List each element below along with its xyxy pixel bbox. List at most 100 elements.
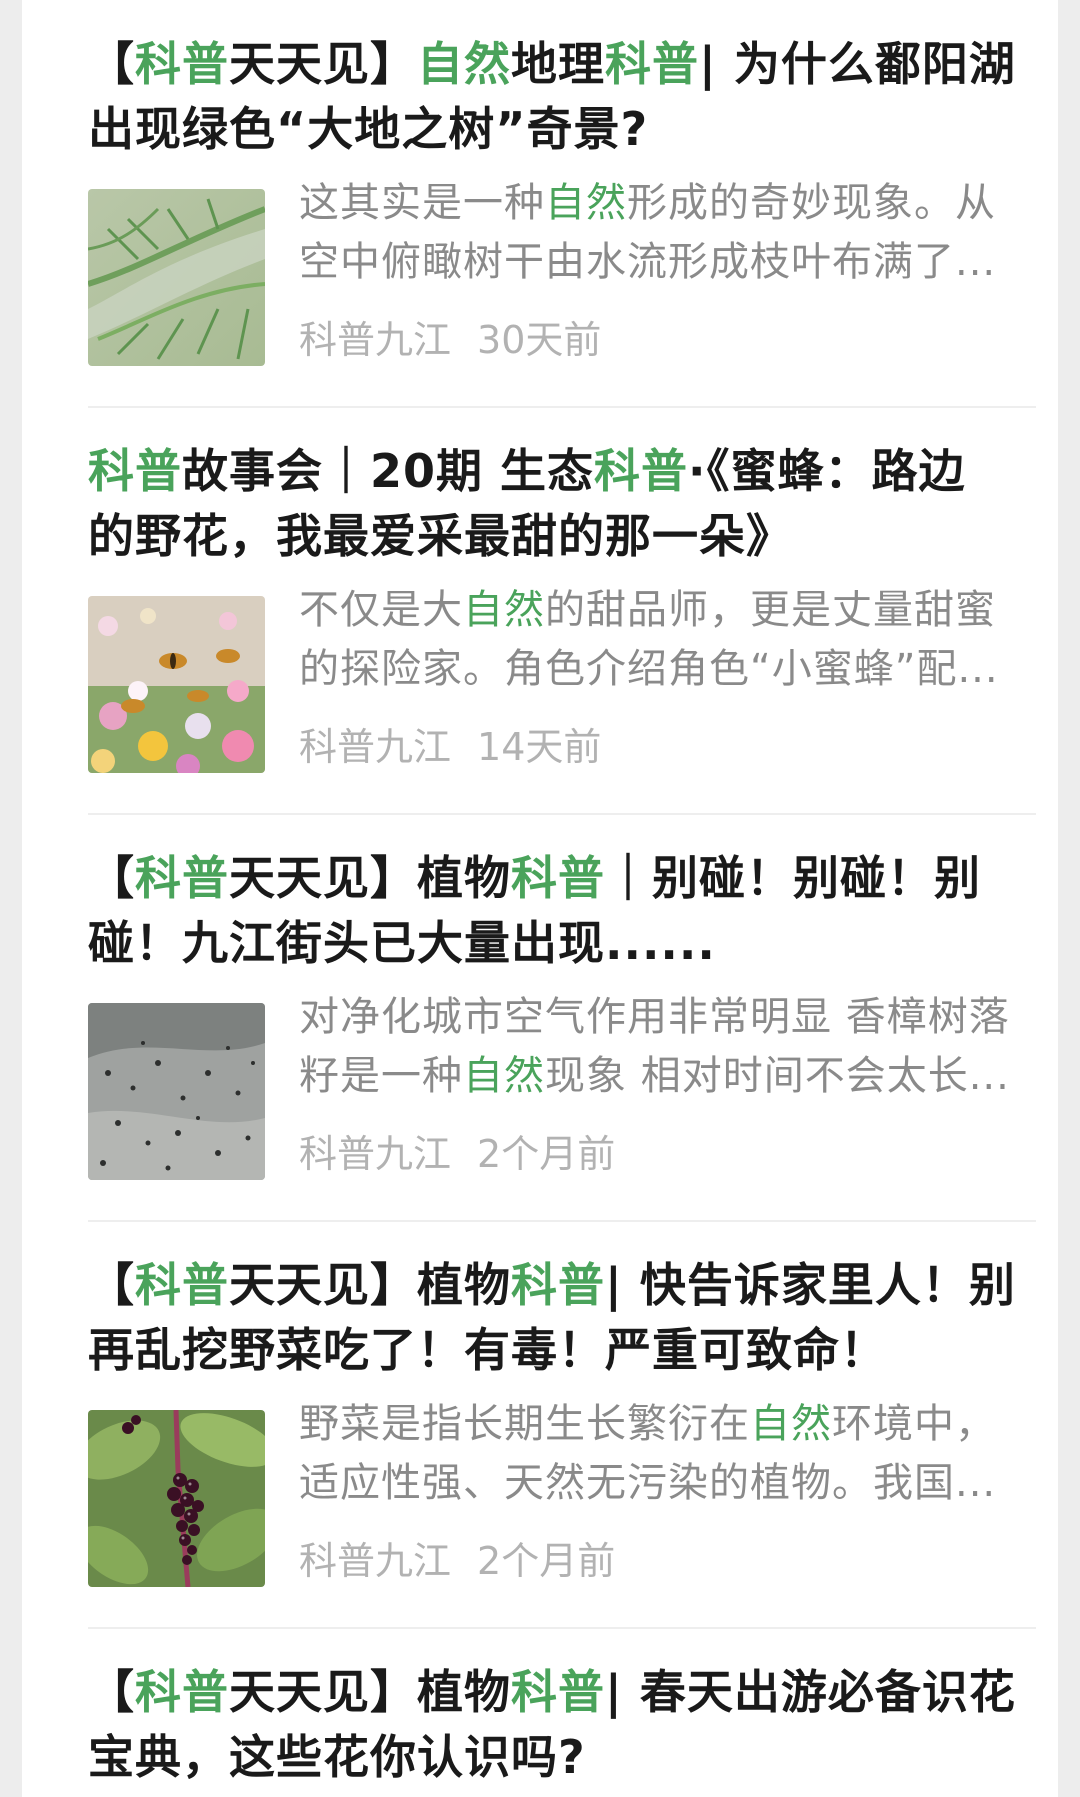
title-text: 【 <box>88 1665 135 1719</box>
title-keyword: 科普 <box>135 1258 229 1312</box>
snippet-text: 对净化城市空气作用非常明显 香樟树落 <box>299 994 1010 1040</box>
snippet-text: 现象 相对时间不会太长... <box>545 1053 1010 1099</box>
snippet-keyword: 自然 <box>750 1401 832 1447</box>
title-text: 再乱挖野菜吃了！有毒！严重可致命！ <box>88 1323 887 1377</box>
snippet-line: 不仅是大自然的甜品师，更是丈量甜蜜 <box>299 581 1036 640</box>
title-text: 【 <box>88 1258 135 1312</box>
snippet-keyword: 自然 <box>463 1053 545 1099</box>
snippet-text: 籽是一种 <box>299 1053 463 1099</box>
title-text: 的野花，我最爱采最甜的那一朵》 <box>88 509 793 563</box>
title-keyword: 科普 <box>605 37 699 91</box>
snippet-line: 对净化城市空气作用非常明显 香樟树落 <box>299 988 1036 1047</box>
title-text: 【 <box>88 851 135 905</box>
title-text: 地理 <box>511 37 605 91</box>
snippet-text: 环境中， <box>832 1401 996 1447</box>
title-text: 天天见】植物 <box>229 851 511 905</box>
result-source[interactable]: 科普九江 <box>299 1132 451 1176</box>
snippet-text: 野菜是指长期生长繁衍在 <box>299 1401 750 1447</box>
bees-flowers-image <box>88 596 265 773</box>
result-time: 30天前 <box>477 318 602 362</box>
title-keyword: 自然 <box>417 37 511 91</box>
snippet-text: 不仅是大 <box>299 587 463 633</box>
aerial-tree-image <box>88 189 265 366</box>
title-line: 【科普天天见】植物科普｜别碰！别碰！别 <box>88 846 1036 911</box>
result-meta: 科普九江 14天前 <box>299 725 601 769</box>
title-keyword: 科普 <box>135 1665 229 1719</box>
result-meta: 科普九江 2个月前 <box>299 1132 615 1176</box>
result-meta: 科普九江 2个月前 <box>299 1539 615 1583</box>
title-text: 天天见】植物 <box>229 1258 511 1312</box>
result-source[interactable]: 科普九江 <box>299 318 451 362</box>
title-keyword: 科普 <box>135 851 229 905</box>
title-keyword: 科普 <box>88 444 182 498</box>
title-line: 【科普天天见】植物科普| 春天出游必备识花 <box>88 1660 1036 1725</box>
title-keyword: 科普 <box>511 851 605 905</box>
result-time: 2个月前 <box>477 1132 616 1176</box>
title-line: 【科普天天见】植物科普| 快告诉家里人！别 <box>88 1253 1036 1318</box>
result-time: 2个月前 <box>477 1539 616 1583</box>
title-text: 故事会｜20期 生态 <box>182 444 595 498</box>
title-keyword: 科普 <box>511 1665 605 1719</box>
title-text: 【 <box>88 37 135 91</box>
title-line: 【科普天天见】自然地理科普| 为什么鄱阳湖 <box>88 32 1036 97</box>
result-source[interactable]: 科普九江 <box>299 725 451 769</box>
snippet-line: 这其实是一种自然形成的奇妙现象。从 <box>299 174 1036 233</box>
title-line: 再乱挖野菜吃了！有毒！严重可致命！ <box>88 1318 1036 1383</box>
title-line: 碰！九江街头已大量出现...... <box>88 911 1036 976</box>
snippet-text: 空中俯瞰树干由水流形成枝叶布满了... <box>299 239 997 285</box>
result-snippet: 对净化城市空气作用非常明显 香樟树落 籽是一种自然现象 相对时间不会太长... <box>299 988 1036 1106</box>
snippet-line: 空中俯瞰树干由水流形成枝叶布满了... <box>299 233 1036 292</box>
title-line: 的野花，我最爱采最甜的那一朵》 <box>88 504 1036 569</box>
pavement-seeds-image <box>88 1003 265 1180</box>
snippet-line: 适应性强、天然无污染的植物。我国... <box>299 1454 1036 1513</box>
title-text: ·《蜜蜂：路边 <box>688 444 966 498</box>
result-snippet: 这其实是一种自然形成的奇妙现象。从 空中俯瞰树干由水流形成枝叶布满了... <box>299 174 1036 292</box>
result-time: 14天前 <box>477 725 602 769</box>
title-text: | 快告诉家里人！别 <box>605 1258 1016 1312</box>
snippet-text: 适应性强、天然无污染的植物。我国... <box>299 1460 997 1506</box>
title-keyword: 科普 <box>511 1258 605 1312</box>
result-snippet: 野菜是指长期生长繁衍在自然环境中， 适应性强、天然无污染的植物。我国... <box>299 1395 1036 1513</box>
result-thumbnail[interactable] <box>88 596 265 773</box>
result-title[interactable]: 【科普天天见】自然地理科普| 为什么鄱阳湖 出现绿色“大地之树”奇景? <box>88 32 1036 162</box>
title-text: 宝典，这些花你认识吗? <box>88 1730 586 1784</box>
result-title[interactable]: 【科普天天见】植物科普| 春天出游必备识花 宝典，这些花你认识吗? <box>88 1660 1036 1790</box>
snippet-text: 的甜品师，更是丈量甜蜜 <box>545 587 996 633</box>
search-result-item[interactable]: 【科普天天见】自然地理科普| 为什么鄱阳湖 出现绿色“大地之树”奇景? 这其实是… <box>88 0 1036 408</box>
search-results-card: 【科普天天见】自然地理科普| 为什么鄱阳湖 出现绿色“大地之树”奇景? 这其实是… <box>22 0 1058 1797</box>
title-text: 天天见】 <box>229 37 417 91</box>
result-thumbnail[interactable] <box>88 189 265 366</box>
search-result-item[interactable]: 【科普天天见】植物科普| 快告诉家里人！别 再乱挖野菜吃了！有毒！严重可致命！ <box>88 1221 1036 1629</box>
title-text: 天天见】植物 <box>229 1665 511 1719</box>
result-meta: 科普九江 30天前 <box>299 318 601 362</box>
title-line: 宝典，这些花你认识吗? <box>88 1725 1036 1790</box>
title-text: | 春天出游必备识花 <box>605 1665 1016 1719</box>
search-result-item[interactable]: 科普故事会｜20期 生态科普·《蜜蜂：路边 的野花，我最爱采最甜的那一朵》 不仅… <box>88 407 1036 815</box>
search-result-item[interactable]: 【科普天天见】植物科普｜别碰！别碰！别 碰！九江街头已大量出现...... 对净… <box>88 814 1036 1222</box>
snippet-keyword: 自然 <box>545 180 627 226</box>
snippet-line: 的探险家。角色介绍角色“小蜜蜂”配... <box>299 640 1036 699</box>
pokeweed-image <box>88 1410 265 1587</box>
title-line: 科普故事会｜20期 生态科普·《蜜蜂：路边 <box>88 439 1036 504</box>
title-text: | 为什么鄱阳湖 <box>699 37 1016 91</box>
result-title[interactable]: 科普故事会｜20期 生态科普·《蜜蜂：路边 的野花，我最爱采最甜的那一朵》 <box>88 439 1036 569</box>
result-title[interactable]: 【科普天天见】植物科普｜别碰！别碰！别 碰！九江街头已大量出现...... <box>88 846 1036 976</box>
result-source[interactable]: 科普九江 <box>299 1539 451 1583</box>
title-text: 碰！九江街头已大量出现...... <box>88 916 716 970</box>
search-result-item[interactable]: 【科普天天见】植物科普| 春天出游必备识花 宝典，这些花你认识吗? <box>88 1628 1036 1797</box>
snippet-text: 形成的奇妙现象。从 <box>627 180 996 226</box>
result-snippet: 不仅是大自然的甜品师，更是丈量甜蜜 的探险家。角色介绍角色“小蜜蜂”配... <box>299 581 1036 699</box>
snippet-text: 这其实是一种 <box>299 180 545 226</box>
result-thumbnail[interactable] <box>88 1410 265 1587</box>
result-title[interactable]: 【科普天天见】植物科普| 快告诉家里人！别 再乱挖野菜吃了！有毒！严重可致命！ <box>88 1253 1036 1383</box>
title-text: ｜别碰！别碰！别 <box>605 851 981 905</box>
title-keyword: 科普 <box>594 444 689 498</box>
title-line: 出现绿色“大地之树”奇景? <box>88 97 1036 162</box>
title-text: 出现绿色“大地之树”奇景? <box>88 102 649 156</box>
snippet-keyword: 自然 <box>463 587 545 633</box>
title-keyword: 科普 <box>135 37 229 91</box>
snippet-line: 籽是一种自然现象 相对时间不会太长... <box>299 1047 1036 1106</box>
snippet-text: 的探险家。角色介绍角色“小蜜蜂”配... <box>299 646 999 692</box>
snippet-line: 野菜是指长期生长繁衍在自然环境中， <box>299 1395 1036 1454</box>
result-thumbnail[interactable] <box>88 1003 265 1180</box>
